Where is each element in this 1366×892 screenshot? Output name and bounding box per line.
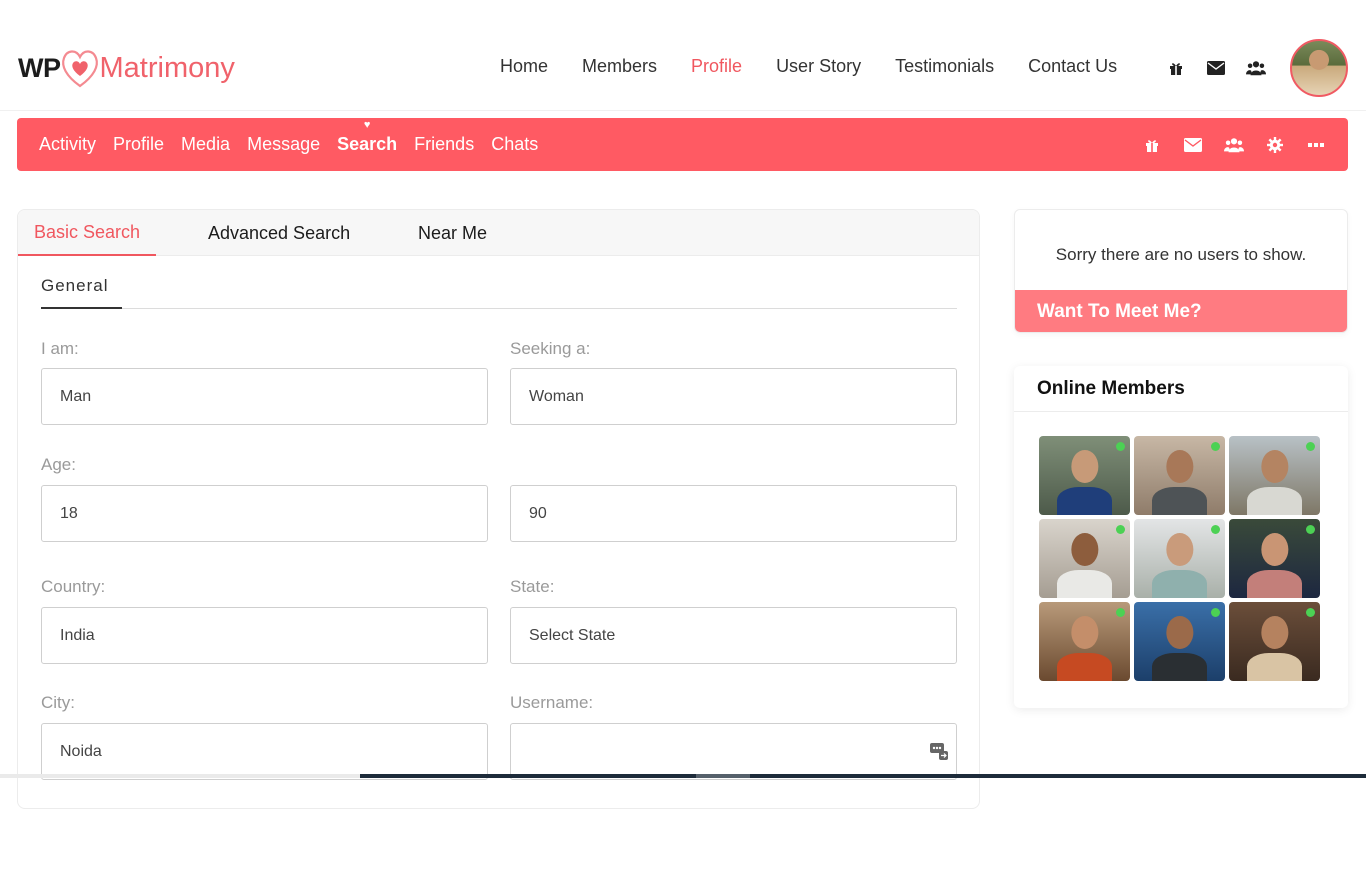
online-members-title: Online Members [1014,366,1348,412]
bottom-scroll-strip [0,774,1366,778]
main-nav: Home Members Profile User Story Testimon… [500,56,1151,77]
nav-contact-us[interactable]: Contact Us [1028,56,1117,77]
tab-general[interactable]: General [41,276,123,309]
no-users-message: Sorry there are no users to show. [1055,245,1307,264]
section-tabs: General [41,276,957,309]
subnav-search-label: Search [337,134,398,154]
seeking-label: Seeking a: [510,339,591,358]
online-status-dot [1306,525,1315,534]
envelope-icon[interactable] [1206,58,1226,78]
country-label: Country: [41,577,106,596]
user-avatar[interactable] [1290,39,1348,97]
online-members-grid [1039,436,1322,681]
strip-mid-segment [696,774,750,778]
online-status-dot [1306,608,1315,617]
no-users-card: Sorry there are no users to show. Want T… [1014,209,1348,333]
i-am-select[interactable]: Man [41,368,488,425]
tab-near-me[interactable]: Near Me [418,210,487,256]
username-input[interactable] [510,723,957,780]
subnav-chats[interactable]: Chats [491,134,538,155]
member-thumbnail[interactable] [1039,436,1130,515]
users-icon[interactable] [1224,135,1244,155]
member-thumbnail[interactable] [1039,519,1130,598]
online-status-dot [1211,525,1220,534]
seeking-select[interactable]: Woman [510,368,957,425]
age-min-input[interactable]: 18 [41,485,488,542]
top-header: WP Matrimony Home Members Profile User S… [0,0,1366,111]
site-logo[interactable]: WP Matrimony [18,40,235,96]
city-label: City: [41,693,75,712]
subnav-profile[interactable]: Profile [113,134,164,155]
country-select[interactable]: India [41,607,488,664]
online-members-card: Online Members [1014,366,1348,708]
city-input[interactable]: Noida [41,723,488,780]
subnav-friends[interactable]: Friends [414,134,474,155]
gift-icon[interactable] [1142,135,1162,155]
online-status-dot [1116,525,1125,534]
subnav-message[interactable]: Message [247,134,320,155]
username-label: Username: [510,693,594,712]
subnav-search[interactable]: ♥ Search [337,119,398,155]
profile-subnav: Activity Profile Media Message ♥ Search F… [17,118,1348,171]
member-thumbnail[interactable] [1229,519,1320,598]
nav-profile[interactable]: Profile [691,56,742,77]
age-max-input[interactable]: 90 [510,485,957,542]
member-thumbnail[interactable] [1134,602,1225,681]
online-status-dot [1306,442,1315,451]
subnav-icons [1121,118,1326,171]
strip-dark-segment [360,774,1366,778]
nav-testimonials[interactable]: Testimonials [895,56,994,77]
logo-name-text: Matrimony [99,51,235,84]
tab-basic-search[interactable]: Basic Search [18,210,157,256]
gift-icon[interactable] [1166,58,1186,78]
member-thumbnail[interactable] [1229,436,1320,515]
online-status-dot [1211,442,1220,451]
header-icons [1166,58,1266,78]
want-to-meet-title: Want To Meet Me? [1015,290,1347,332]
member-thumbnail[interactable] [1039,602,1130,681]
logo-wp-text: WP [18,52,61,83]
online-status-dot [1211,608,1220,617]
subnav-links: Activity Profile Media Message ♥ Search F… [39,118,555,171]
subnav-activity[interactable]: Activity [39,134,96,155]
autofill-key-icon[interactable] [930,742,948,760]
nav-user-story[interactable]: User Story [776,56,861,77]
ellipsis-icon[interactable] [1306,135,1326,155]
logo-heart-icon [61,50,98,88]
heart-marker-icon: ♥ [363,119,371,131]
member-thumbnail[interactable] [1134,436,1225,515]
online-status-dot [1116,442,1125,451]
online-status-dot [1116,608,1125,617]
nav-home[interactable]: Home [500,56,548,77]
envelope-icon[interactable] [1183,135,1203,155]
subnav-media[interactable]: Media [181,134,230,155]
nav-members[interactable]: Members [582,56,657,77]
i-am-label: I am: [41,339,79,358]
gear-icon[interactable] [1265,135,1285,155]
state-label: State: [510,577,555,596]
search-panel: Basic Search Advanced Search Near Me Gen… [17,209,980,809]
member-thumbnail[interactable] [1134,519,1225,598]
users-icon[interactable] [1246,58,1266,78]
state-select[interactable]: Select State [510,607,957,664]
member-thumbnail[interactable] [1229,602,1320,681]
age-label: Age: [41,455,76,474]
tab-advanced-search[interactable]: Advanced Search [208,210,350,256]
search-tabs: Basic Search Advanced Search Near Me [18,210,979,256]
